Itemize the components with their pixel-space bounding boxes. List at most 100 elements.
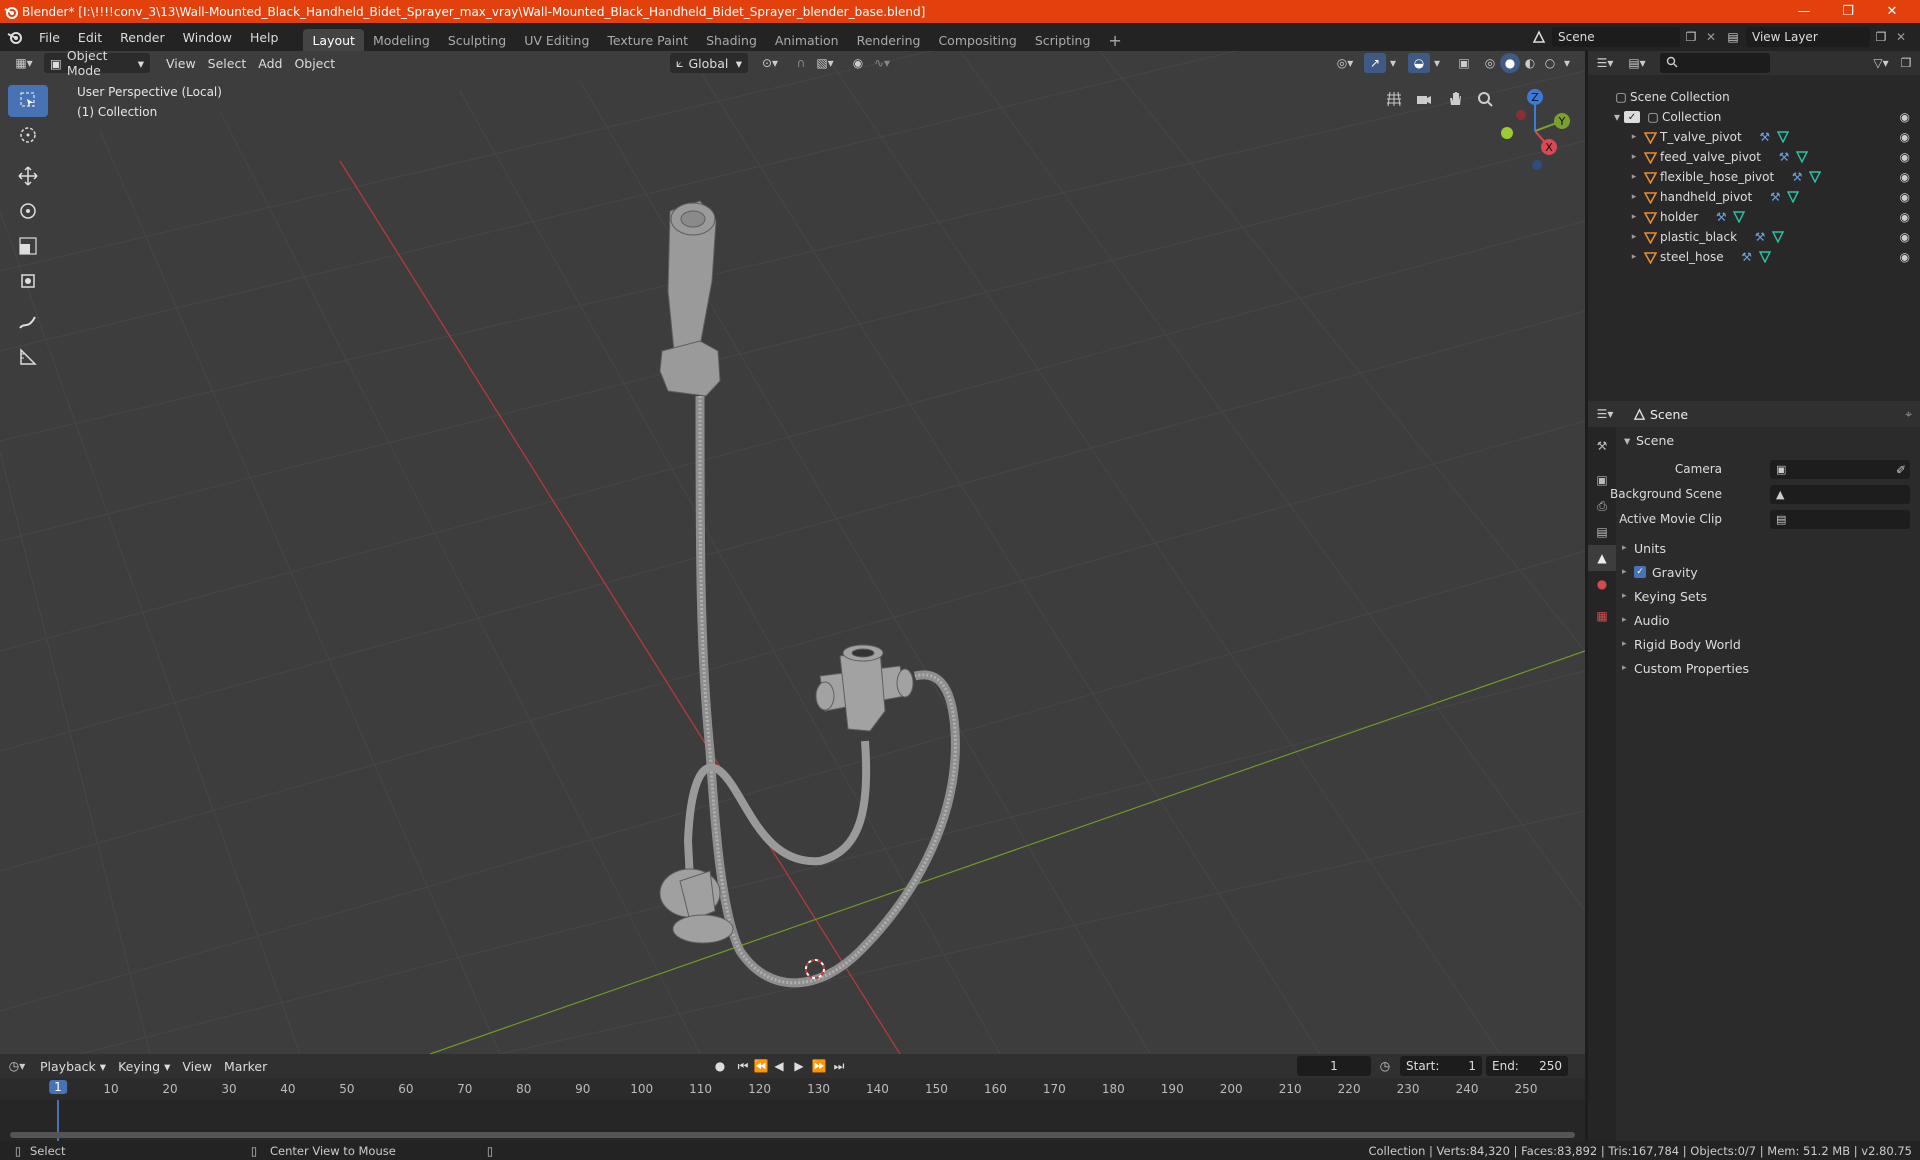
tab-layout[interactable]: Layout xyxy=(303,29,364,51)
filter-icon[interactable]: ▽▾ xyxy=(1868,56,1894,70)
start-frame-field[interactable]: Start: 1 xyxy=(1400,1056,1482,1076)
navigation-gizmo[interactable]: Z Y X xyxy=(1495,87,1575,177)
new-scene-icon[interactable]: ❐ xyxy=(1680,30,1702,44)
panel-header[interactable]: ▸ Units xyxy=(1622,537,1666,559)
eyedropper-icon[interactable]: ✐ xyxy=(1896,463,1906,477)
camera-field[interactable]: ▣ ✐ xyxy=(1770,460,1910,479)
mesh-data-icon[interactable] xyxy=(1774,131,1792,143)
panel-header[interactable]: ▸ Custom Properties xyxy=(1622,657,1749,679)
modifier-wrench-icon[interactable]: ⚒ xyxy=(1756,130,1774,144)
zoom-icon[interactable] xyxy=(1473,87,1497,111)
frame-ruler[interactable]: 1 10 20 30 40 50 60 70 80 90 100 110 120 130 140 150 160… xyxy=(0,1078,1585,1100)
camera-view-icon[interactable] xyxy=(1412,87,1436,111)
chevron-down-icon[interactable]: ▾ xyxy=(1560,56,1574,70)
tab-rendering[interactable]: Rendering xyxy=(848,29,930,51)
eye-icon[interactable]: ◉ xyxy=(1900,210,1910,224)
expand-arrow-icon[interactable]: ▸ xyxy=(1628,252,1640,262)
jump-end-icon[interactable]: ⏭ xyxy=(830,1059,848,1074)
modifier-wrench-icon[interactable]: ⚒ xyxy=(1766,190,1784,204)
outliner-object-row[interactable]: ▸ flexible_hose_pivot ⚒ ◉ xyxy=(1588,167,1920,187)
panel-header[interactable]: ▸ Audio xyxy=(1622,609,1670,631)
chevron-down-icon[interactable]: ▾ xyxy=(1386,56,1400,70)
rendered-shading-icon[interactable]: ○ xyxy=(1540,56,1560,70)
mesh-data-icon[interactable] xyxy=(1793,151,1811,163)
panel-header[interactable]: ▸ ✓ Gravity xyxy=(1622,561,1698,583)
editor-type-icon[interactable]: ☰▾ xyxy=(1588,407,1622,421)
menu-help[interactable]: Help xyxy=(241,23,288,51)
outliner-object-row[interactable]: ▸ handheld_pivot ⚒ ◉ xyxy=(1588,187,1920,207)
transform-orientation-dropdown[interactable]: ⟀ Global ▾ xyxy=(670,53,748,73)
timeline-menu-marker[interactable]: Marker xyxy=(218,1056,273,1076)
modifier-wrench-icon[interactable]: ⚒ xyxy=(1788,170,1806,184)
xray-toggle-icon[interactable]: ▣ xyxy=(1454,56,1474,70)
menu-window[interactable]: Window xyxy=(174,23,241,51)
eye-icon[interactable]: ◉ xyxy=(1900,130,1910,144)
eye-icon[interactable]: ◉ xyxy=(1900,170,1910,184)
close-icon[interactable]: ✕ xyxy=(1870,0,1914,23)
viewport-menu-view[interactable]: View xyxy=(160,53,202,73)
cursor-tool[interactable] xyxy=(8,120,48,152)
modifier-wrench-icon[interactable]: ⚒ xyxy=(1738,250,1756,264)
eye-icon[interactable]: ◉ xyxy=(1900,150,1910,164)
proportional-edit-icon[interactable]: ◉ xyxy=(848,56,868,70)
expand-arrow-icon[interactable]: ▸ xyxy=(1628,232,1640,242)
object-mode-dropdown[interactable]: ▣ Object Mode ▾ xyxy=(44,51,150,78)
select-box-tool[interactable] xyxy=(8,85,48,117)
tab-animation[interactable]: Animation xyxy=(766,29,848,51)
timeline-scrollbar[interactable] xyxy=(10,1132,1575,1138)
snap-target-icon[interactable]: ▧▾ xyxy=(812,56,838,70)
modifier-wrench-icon[interactable]: ⚒ xyxy=(1751,230,1769,244)
modifier-wrench-icon[interactable]: ⚒ xyxy=(1712,210,1730,224)
toggle-grid-icon[interactable] xyxy=(1382,87,1406,111)
tab-uv-editing[interactable]: UV Editing xyxy=(515,29,598,51)
expand-arrow-icon[interactable]: ▸ xyxy=(1628,172,1640,182)
panel-header[interactable]: ▸ Keying Sets xyxy=(1622,585,1707,607)
tab-scripting[interactable]: Scripting xyxy=(1026,29,1100,51)
wireframe-shading-icon[interactable]: ◎ xyxy=(1480,56,1500,70)
eye-icon[interactable]: ◉ xyxy=(1900,190,1910,204)
outliner-search-input[interactable] xyxy=(1660,53,1770,73)
tool-tab-icon[interactable]: ⚒ xyxy=(1588,433,1616,459)
pan-hand-icon[interactable] xyxy=(1443,87,1467,111)
current-frame-field[interactable]: 1 xyxy=(1297,1056,1371,1076)
expand-arrow-icon[interactable]: ▸ xyxy=(1628,152,1640,162)
eye-icon[interactable]: ◉ xyxy=(1900,110,1910,124)
visibility-icon[interactable]: ◎▾ xyxy=(1330,56,1360,70)
editor-type-icon[interactable]: ◷▾ xyxy=(0,1059,34,1073)
outliner-object-row[interactable]: ▸ holder ⚒ ◉ xyxy=(1588,207,1920,227)
modifier-wrench-icon[interactable]: ⚒ xyxy=(1775,150,1793,164)
panel-header[interactable]: ▸ Rigid Body World xyxy=(1622,633,1741,655)
scene-icon[interactable] xyxy=(1526,30,1552,44)
eye-icon[interactable]: ◉ xyxy=(1900,250,1910,264)
scene-panel-header[interactable]: ▾ Scene xyxy=(1624,429,1674,451)
3d-viewport[interactable]: ▦▾ ▣ Object Mode ▾ View Select Add Objec… xyxy=(0,51,1585,1054)
new-collection-icon[interactable]: ❐ xyxy=(1896,56,1916,70)
gravity-checkbox[interactable]: ✓ xyxy=(1634,566,1646,578)
minimize-icon[interactable]: — xyxy=(1782,0,1826,23)
record-icon[interactable]: ● xyxy=(710,1059,730,1073)
tab-shading[interactable]: Shading xyxy=(697,29,766,51)
eye-icon[interactable]: ◉ xyxy=(1900,230,1910,244)
mesh-data-icon[interactable] xyxy=(1769,231,1787,243)
prev-keyframe-icon[interactable]: ⏪ xyxy=(752,1059,770,1073)
editor-type-icon[interactable]: ▦▾ xyxy=(4,56,44,70)
expand-arrow-icon[interactable]: ▾ xyxy=(1610,110,1624,124)
delete-view-layer-icon[interactable]: ✕ xyxy=(1892,30,1910,44)
overlays-toggle-icon[interactable]: ◒ xyxy=(1408,53,1430,73)
tab-sculpting[interactable]: Sculpting xyxy=(439,29,515,51)
mesh-data-icon[interactable] xyxy=(1784,191,1802,203)
stopwatch-icon[interactable]: ◷ xyxy=(1376,1059,1394,1073)
tab-texture-paint[interactable]: Texture Paint xyxy=(598,29,697,51)
snap-icon[interactable]: ∩ xyxy=(790,56,812,70)
mesh-data-icon[interactable] xyxy=(1756,251,1774,263)
rotate-tool[interactable] xyxy=(8,196,48,228)
transform-tool[interactable] xyxy=(8,266,48,298)
display-mode-icon[interactable]: ▤▾ xyxy=(1622,56,1652,70)
checkbox-icon[interactable]: ✓ xyxy=(1624,111,1640,123)
timeline-menu-view[interactable]: View xyxy=(176,1056,218,1076)
texture-tab-icon[interactable]: ▦ xyxy=(1588,603,1616,629)
expand-arrow-icon[interactable]: ▸ xyxy=(1628,192,1640,202)
outliner-collection[interactable]: ▾ ✓ ▢ Collection ◉ xyxy=(1588,107,1920,127)
play-icon[interactable]: ▶ xyxy=(790,1059,808,1073)
view-layer-tab-icon[interactable]: ▤ xyxy=(1588,519,1616,545)
